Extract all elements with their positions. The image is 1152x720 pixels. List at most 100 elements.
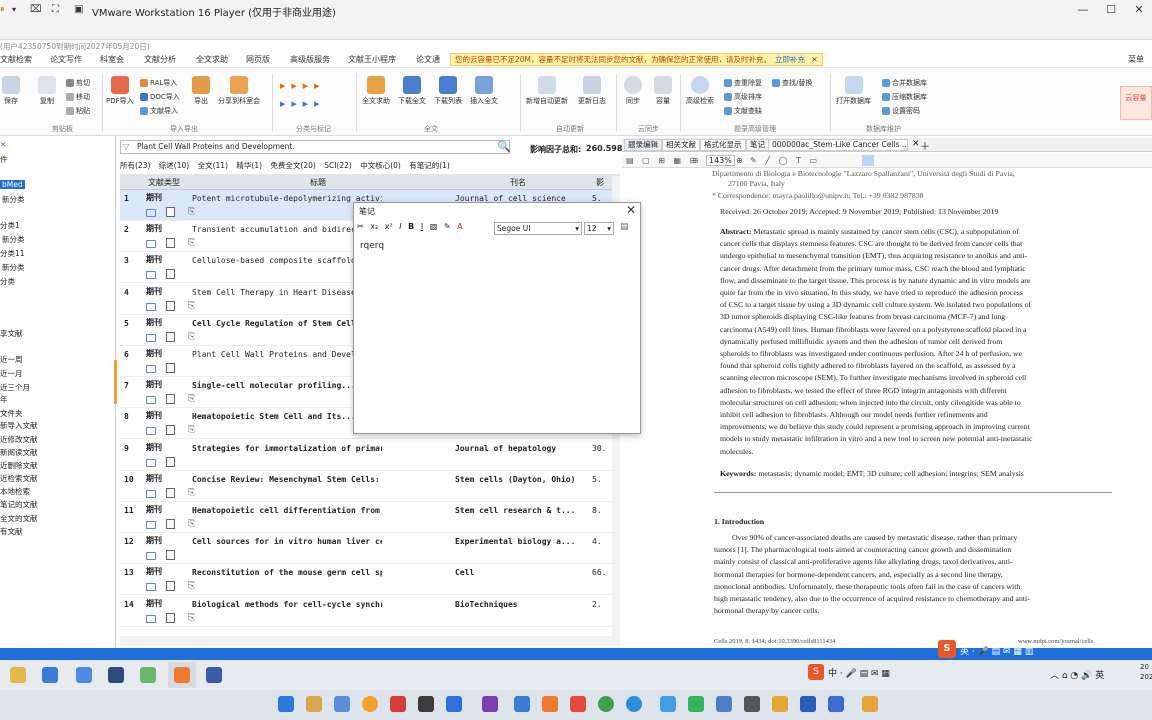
fit-window-icon[interactable]: ⛶ xyxy=(52,4,59,15)
annotation-tool-icons[interactable]: ✎ ╱ ◯ T ▭ xyxy=(750,156,820,165)
tree-item-with-fulltext[interactable]: 全文的文献 xyxy=(0,513,38,524)
attachment-icon[interactable]: ⎘ xyxy=(188,332,195,342)
superscript-icon[interactable]: x² xyxy=(385,222,393,231)
tree-item-recent-deleted[interactable]: 近删除文献 xyxy=(0,460,38,471)
note-editor[interactable]: rqerq xyxy=(360,241,384,251)
tree-item-with-notes[interactable]: 笔记的文献 xyxy=(0,499,38,510)
tree-item[interactable]: 分类 xyxy=(0,276,15,287)
close-icon[interactable]: ✕ xyxy=(626,203,636,217)
app-icon[interactable] xyxy=(482,696,498,712)
photos-icon[interactable] xyxy=(334,696,350,712)
document-icon[interactable] xyxy=(166,487,175,498)
menu-item-dept-meeting[interactable]: 科室会 xyxy=(100,54,124,65)
dedupe-button[interactable]: 查重除复 xyxy=(724,78,762,88)
cut-button[interactable]: 剪切 xyxy=(66,78,90,88)
document-icon[interactable] xyxy=(166,581,175,592)
app-icon[interactable] xyxy=(514,696,530,712)
zoom-out-icon[interactable]: ⊖ xyxy=(692,156,699,165)
attachment-icon[interactable]: ⎘ xyxy=(188,238,195,248)
fulltext-request-button[interactable]: 全文求助 xyxy=(362,76,390,106)
attachment-icon[interactable]: ⎘ xyxy=(188,488,195,498)
filter-with-notes[interactable]: 有笔记的(1) xyxy=(409,161,450,170)
table-row[interactable]: 13 期刊 Reconstitution of the mouse germ cel… xyxy=(120,564,620,596)
doc-import-button[interactable]: DOC导入 xyxy=(140,92,180,102)
noteexpress-icon[interactable] xyxy=(542,696,558,712)
header-type[interactable]: 文献类型 xyxy=(148,177,180,188)
find-replace-button[interactable]: 查找/替换 xyxy=(772,78,812,88)
search-input[interactable]: ▽ Plant Cell Wall Proteins and Developme… xyxy=(120,140,510,154)
tree-item-shared[interactable]: 享文献 xyxy=(0,328,23,339)
menu-item-literature-search[interactable]: 文献检索 xyxy=(0,54,32,65)
mail-icon[interactable] xyxy=(146,521,156,529)
app-icon[interactable] xyxy=(390,696,406,712)
font-size-select[interactable]: 12 ▾ xyxy=(584,222,614,235)
menu-item-premium[interactable]: 高级版服务 xyxy=(290,54,330,65)
document-icon[interactable] xyxy=(166,425,175,436)
tree-item-has-literature[interactable]: 有文献 xyxy=(0,526,23,537)
save-button[interactable]: 保存 xyxy=(2,76,20,106)
cut-icon[interactable]: ✂ xyxy=(357,222,364,231)
tree-item-last-week[interactable]: 近一周 xyxy=(0,354,23,365)
literature-import-button[interactable]: 文献导入 xyxy=(140,106,178,116)
system-tray[interactable]: ︿ ⌂ ◔ 🔊 英 xyxy=(1050,668,1104,681)
tree-item[interactable]: 新分类 xyxy=(2,262,25,273)
file-explorer-icon[interactable] xyxy=(10,667,26,683)
dropdown-arrow-icon[interactable]: ▾ xyxy=(12,5,16,14)
mail-icon[interactable] xyxy=(146,427,156,436)
open-database-button[interactable]: 打开数据库 xyxy=(836,76,871,106)
mail-icon[interactable] xyxy=(146,240,156,249)
maximize-button[interactable]: ☐ xyxy=(1098,2,1124,18)
file-explorer-icon[interactable] xyxy=(306,696,322,712)
filter-essence[interactable]: 精华(1) xyxy=(236,161,262,170)
close-button[interactable]: ✕ xyxy=(1126,2,1152,18)
mail-icon[interactable] xyxy=(146,552,156,561)
menu-item-menu[interactable]: 菜单 xyxy=(1128,54,1144,65)
insert-fulltext-button[interactable]: 插入全文 xyxy=(470,76,498,106)
update-log-button[interactable]: 更新日志 xyxy=(578,76,606,106)
filter-all[interactable]: 所有(23) xyxy=(120,161,150,170)
mail-icon[interactable] xyxy=(146,333,156,342)
document-icon[interactable] xyxy=(166,269,175,280)
unity-icon[interactable]: ▣ xyxy=(74,4,83,15)
tree-item-recent-searched[interactable]: 近检索文献 xyxy=(0,473,38,484)
document-icon[interactable] xyxy=(166,300,175,311)
word-icon[interactable] xyxy=(446,696,462,712)
collapse-icon[interactable]: ✕ xyxy=(0,140,6,149)
italic-icon[interactable]: I xyxy=(399,222,401,231)
mail-icon[interactable] xyxy=(146,489,156,498)
attachment-icon[interactable]: ⎘ xyxy=(188,519,195,529)
tree-item[interactable]: 新分类 xyxy=(2,194,25,205)
attachment-icon[interactable]: ⎘ xyxy=(188,301,195,311)
filter-chinese-core[interactable]: 中文核心(0) xyxy=(360,161,401,170)
search-icon[interactable]: 🔍 xyxy=(497,140,511,153)
download-fulltext-button[interactable]: 下载全文 xyxy=(398,76,426,106)
table-row[interactable]: 12 期刊 Cell sources for in vitro human live… xyxy=(120,533,620,565)
tree-root[interactable]: 件 xyxy=(0,154,8,165)
minimize-button[interactable]: — xyxy=(1070,2,1096,18)
subscript-icon[interactable]: x₂ xyxy=(370,222,378,231)
download-list-button[interactable]: 下载列表 xyxy=(434,76,462,106)
capacity-button[interactable]: 容量 xyxy=(654,76,672,106)
app-icon[interactable] xyxy=(108,667,124,683)
advanced-search-button[interactable]: 高级检索 xyxy=(686,76,714,106)
tree-item-pubmed[interactable]: bMed xyxy=(0,180,25,189)
attachment-icon[interactable]: ⎘ xyxy=(188,394,195,404)
document-icon[interactable] xyxy=(166,331,175,342)
attachment-icon[interactable]: ⎘ xyxy=(188,613,195,623)
pause-icon[interactable]: ⏸ xyxy=(0,5,5,15)
noteexpress-icon[interactable] xyxy=(174,667,190,683)
app-icon[interactable] xyxy=(772,696,788,712)
document-icon[interactable] xyxy=(166,612,175,623)
table-row[interactable]: 14 期刊 Biological methods for cell-cycle sy… xyxy=(120,596,620,627)
clock[interactable]: 20 202 xyxy=(1140,662,1152,682)
app-icon[interactable] xyxy=(744,696,760,712)
menu-item-fulltext-request[interactable]: 全文求助 xyxy=(196,54,228,65)
underline-icon[interactable]: I xyxy=(421,222,423,231)
app-icon[interactable] xyxy=(716,696,732,712)
app-icon[interactable] xyxy=(140,667,156,683)
app-icon[interactable] xyxy=(418,696,434,712)
header-journal[interactable]: 刊名 xyxy=(510,177,526,188)
move-button[interactable]: 移动 xyxy=(66,92,90,102)
tree-item-recent-read[interactable]: 新阅读文献 xyxy=(0,447,38,458)
bold-icon[interactable]: B xyxy=(408,222,414,231)
